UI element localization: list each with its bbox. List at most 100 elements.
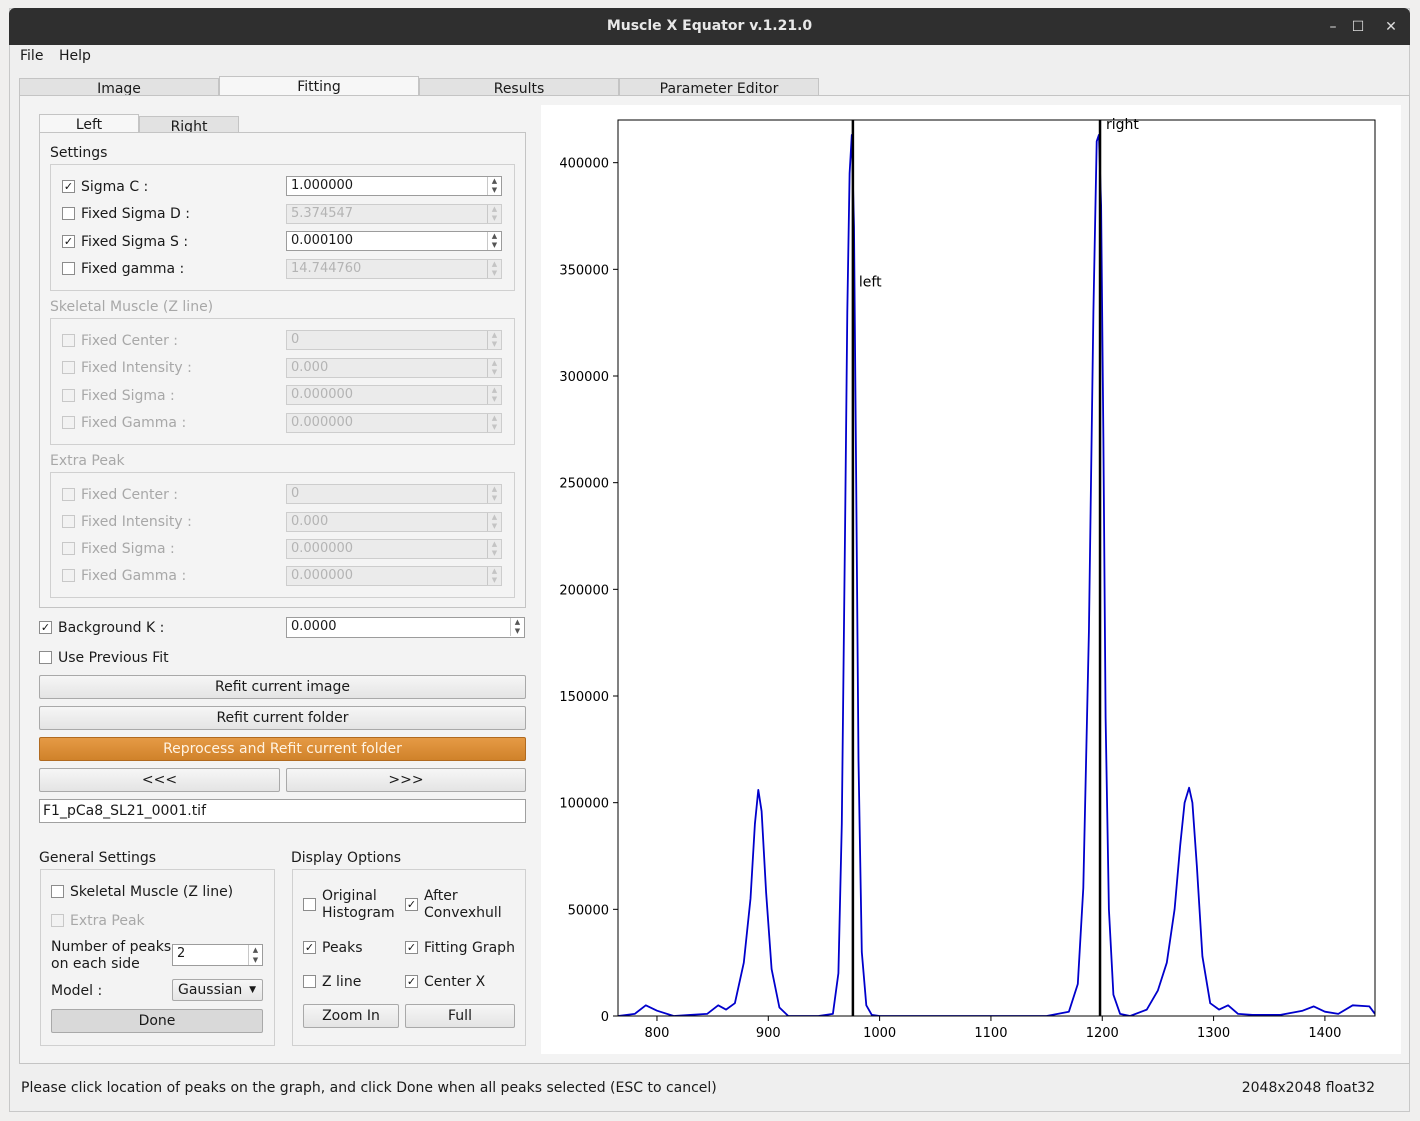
original-histogram-label-line2: Histogram <box>322 905 395 921</box>
use-previous-fit-checkbox[interactable] <box>39 651 52 664</box>
ep-fixed-sigma-spinbox[interactable]: 0.000000 ▲ ▼ <box>286 539 502 559</box>
sk-fixed-gamma-spinbox[interactable]: 0.000000 ▲ ▼ <box>286 413 502 433</box>
maximize-icon[interactable]: ☐ <box>1345 14 1371 40</box>
reprocess-refit-folder-button[interactable]: Reprocess and Refit current folder <box>39 737 526 761</box>
title-bar: Muscle X Equator v.1.21.0 – ☐ ✕ <box>9 8 1410 45</box>
background-k-label: Background K : <box>58 620 165 636</box>
model-select[interactable]: Gaussian ▼ <box>172 979 263 1001</box>
display-options-title: Display Options <box>291 850 402 866</box>
subtab-left[interactable]: Left <box>39 114 139 134</box>
y-tick-label: 250000 <box>559 477 609 492</box>
plot-canvas[interactable]: left right 800 900 1000 1100 1200 1300 1400 0 5000… <box>541 105 1401 1054</box>
fixed-gamma-spinbox[interactable]: 14.744760 ▲ ▼ <box>286 259 502 279</box>
y-tick-label: 200000 <box>559 583 609 598</box>
y-tick-label: 50000 <box>568 903 609 918</box>
menu-file[interactable]: File <box>20 48 43 64</box>
menu-help[interactable]: Help <box>59 48 91 64</box>
sk-fixed-sigma-label: Fixed Sigma : <box>81 388 175 404</box>
z-line-checkbox[interactable] <box>303 975 316 988</box>
background-k-value: 0.0000 <box>291 619 337 634</box>
y-tick-label: 0 <box>601 1010 609 1025</box>
sk-fixed-intensity-checkbox[interactable] <box>62 361 75 374</box>
sk-fixed-center-checkbox[interactable] <box>62 334 75 347</box>
spin-arrows-icon[interactable]: ▲ ▼ <box>248 945 262 965</box>
sk-fixed-gamma-checkbox[interactable] <box>62 416 75 429</box>
axes-frame <box>617 119 1376 1017</box>
zoom-in-button[interactable]: Zoom In <box>303 1004 399 1028</box>
ep-fixed-center-spinbox[interactable]: 0 ▲ ▼ <box>286 484 502 504</box>
next-image-button[interactable]: >>> <box>286 768 526 792</box>
refit-current-image-button[interactable]: Refit current image <box>39 675 526 699</box>
after-convexhull-checkbox[interactable]: ✓ <box>405 898 418 911</box>
refit-current-folder-button[interactable]: Refit current folder <box>39 706 526 730</box>
spin-arrows-icon[interactable]: ▲ ▼ <box>510 618 524 636</box>
fixed-gamma-label: Fixed gamma : <box>81 261 185 277</box>
sigma-c-spinbox[interactable]: 1.000000 ▲ ▼ <box>286 176 502 196</box>
spin-arrows-icon: ▲ ▼ <box>487 513 501 531</box>
spin-arrows-icon: ▲ ▼ <box>487 331 501 349</box>
ep-fixed-gamma-spinbox[interactable]: 0.000000 ▲ ▼ <box>286 566 502 586</box>
ep-fixed-center-checkbox[interactable] <box>62 488 75 501</box>
number-of-peaks-spinbox[interactable]: 2 ▲ ▼ <box>172 944 263 966</box>
image-info: 2048x2048 float32 <box>1241 1080 1375 1096</box>
use-previous-fit-label: Use Previous Fit <box>58 650 169 666</box>
skeletal-muscle-checkbox[interactable] <box>51 885 64 898</box>
peaks-checkbox[interactable]: ✓ <box>303 941 316 954</box>
z-line-label: Z line <box>322 974 362 990</box>
x-tick-label: 1100 <box>974 1026 1007 1041</box>
tab-results[interactable]: Results <box>419 78 619 97</box>
ep-fixed-intensity-spinbox[interactable]: 0.000 ▲ ▼ <box>286 512 502 532</box>
sk-fixed-center-value: 0 <box>291 332 300 347</box>
background-k-checkbox[interactable]: ✓ <box>39 621 52 634</box>
original-histogram-checkbox[interactable] <box>303 898 316 911</box>
spin-arrows-icon: ▲ ▼ <box>487 414 501 432</box>
sk-fixed-gamma-label: Fixed Gamma : <box>81 415 187 431</box>
minimize-icon[interactable]: – <box>1320 14 1346 40</box>
sigma-c-checkbox[interactable]: ✓ <box>62 180 75 193</box>
extra-peak-label: Extra Peak <box>70 913 145 929</box>
vline-label-left: left <box>859 274 882 290</box>
fixed-sigma-s-label: Fixed Sigma S : <box>81 234 189 250</box>
center-x-checkbox[interactable]: ✓ <box>405 975 418 988</box>
filename-field[interactable]: F1_pCa8_SL21_0001.tif <box>39 799 526 823</box>
after-convexhull-label-line2: Convexhull <box>424 905 502 921</box>
tab-fitting[interactable]: Fitting <box>219 76 419 96</box>
previous-image-button[interactable]: <<< <box>39 768 280 792</box>
close-icon[interactable]: ✕ <box>1378 14 1404 40</box>
full-button[interactable]: Full <box>405 1004 515 1028</box>
number-of-peaks-value: 2 <box>177 946 186 961</box>
ep-fixed-sigma-checkbox[interactable] <box>62 542 75 555</box>
fitting-graph[interactable]: left right 800 900 1000 1100 1200 1300 1400 0 5000… <box>541 105 1401 1054</box>
spin-arrows-icon: ▲ ▼ <box>487 359 501 377</box>
background-k-spinbox[interactable]: 0.0000 ▲ ▼ <box>286 617 525 638</box>
sk-fixed-sigma-checkbox[interactable] <box>62 389 75 402</box>
sk-fixed-intensity-label: Fixed Intensity : <box>81 360 192 376</box>
tab-parameter-editor[interactable]: Parameter Editor <box>619 78 819 97</box>
fixed-sigma-d-spinbox[interactable]: 5.374547 ▲ ▼ <box>286 204 502 224</box>
fixed-sigma-s-spinbox[interactable]: 0.000100 ▲ ▼ <box>286 231 502 251</box>
fixed-sigma-d-label: Fixed Sigma D : <box>81 206 191 222</box>
spin-arrows-icon[interactable]: ▲ ▼ <box>487 177 501 195</box>
vline-label-right: right <box>1106 117 1139 133</box>
ep-fixed-intensity-checkbox[interactable] <box>62 515 75 528</box>
sk-fixed-center-spinbox[interactable]: 0 ▲ ▼ <box>286 330 502 350</box>
tab-image[interactable]: Image <box>19 78 219 97</box>
fitting-graph-checkbox[interactable]: ✓ <box>405 941 418 954</box>
spin-arrows-icon[interactable]: ▲ ▼ <box>487 232 501 250</box>
fixed-sigma-d-checkbox[interactable] <box>62 207 75 220</box>
sk-fixed-sigma-value: 0.000000 <box>291 387 354 402</box>
extra-peak-checkbox[interactable] <box>51 914 64 927</box>
status-message: Please click location of peaks on the gr… <box>21 1080 717 1096</box>
sk-fixed-intensity-spinbox[interactable]: 0.000 ▲ ▼ <box>286 358 502 378</box>
spin-arrows-icon: ▲ ▼ <box>487 567 501 585</box>
done-button[interactable]: Done <box>51 1009 263 1033</box>
window-title: Muscle X Equator v.1.21.0 <box>606 18 813 34</box>
x-tick-label: 1400 <box>1308 1026 1341 1041</box>
ep-fixed-gamma-checkbox[interactable] <box>62 569 75 582</box>
fixed-sigma-d-value: 5.374547 <box>291 206 354 221</box>
fixed-gamma-checkbox[interactable] <box>62 262 75 275</box>
fixed-sigma-s-checkbox[interactable]: ✓ <box>62 235 75 248</box>
sk-fixed-sigma-spinbox[interactable]: 0.000000 ▲ ▼ <box>286 385 502 405</box>
ep-fixed-sigma-value: 0.000000 <box>291 541 354 556</box>
spin-arrows-icon: ▲ ▼ <box>487 260 501 278</box>
